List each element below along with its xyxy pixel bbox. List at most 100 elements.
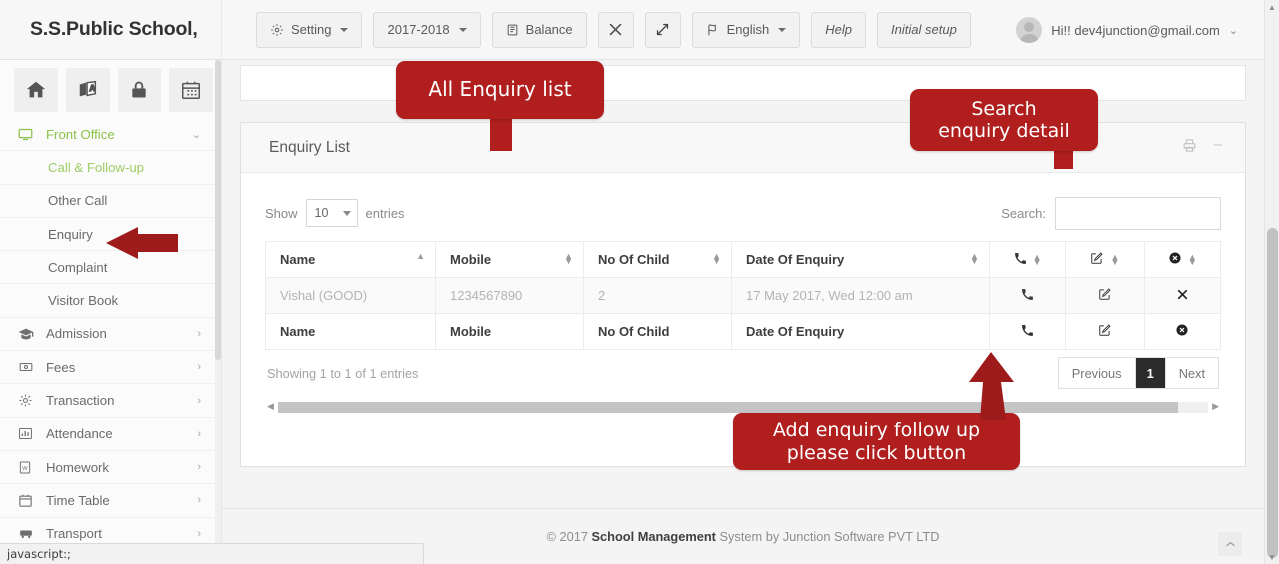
scroll-up-icon[interactable]: ▲: [1268, 3, 1276, 12]
sidebar-scrollbar-thumb[interactable]: [215, 60, 221, 360]
datatable-search-control: Search:: [1001, 196, 1221, 230]
monitor-icon: [18, 127, 46, 142]
call-icon: [1014, 252, 1027, 268]
sidebar-subitem-label: Call & Follow-up: [48, 159, 145, 175]
sidebar-item-admission[interactable]: Admission ›: [0, 318, 221, 352]
expand-icon: [655, 22, 670, 37]
help-button[interactable]: Help: [811, 11, 867, 48]
datatable-footer: Showing 1 to 1 of 1 entries Previous 1 N…: [265, 350, 1221, 396]
cell-name: Vishal (GOOD): [265, 277, 436, 314]
edit-icon[interactable]: [1098, 324, 1112, 340]
sidebar-menu: Front Office ⌄ Call & Follow-up Other Ca…: [0, 118, 221, 551]
sidebar-item-label: Front Office: [46, 126, 115, 142]
sidebar-item-homework[interactable]: W Homework ›: [0, 451, 221, 485]
edit-icon[interactable]: [1098, 288, 1112, 304]
search-label: Search:: [1001, 205, 1046, 221]
setting-button[interactable]: Setting: [256, 11, 363, 48]
sidebar-item-label: Homework: [46, 459, 110, 475]
balance-button[interactable]: Balance: [491, 11, 587, 48]
sidebar-item-front-office[interactable]: Front Office ⌄: [0, 118, 221, 152]
calendar-icon[interactable]: [169, 68, 213, 112]
column-header-edit[interactable]: ▲ ▼: [1065, 241, 1145, 278]
delete-icon[interactable]: [1175, 324, 1189, 340]
book-icon: [506, 23, 519, 37]
entries-length-select[interactable]: 10: [305, 199, 358, 227]
call-icon[interactable]: [1021, 324, 1034, 340]
footer-delete[interactable]: [1143, 313, 1222, 350]
column-header-name[interactable]: Name ▲: [265, 241, 436, 278]
sidebar-subitem-label: Visitor Book: [48, 293, 119, 309]
scrollbar-thumb[interactable]: [278, 402, 1178, 413]
column-header-call[interactable]: ▲ ▼: [988, 241, 1067, 278]
cell-no-of-child: 2: [582, 277, 733, 314]
table-header-row: Name ▲ Mobile ▲ ▼ No Of Child ▲ ▼ Date O…: [265, 241, 1222, 278]
main-content: Enquiry List Show 10 entries Search: Nam…: [222, 60, 1264, 564]
chevron-down-icon: [340, 27, 349, 32]
sidebar-item-call-follow-up[interactable]: Call & Follow-up: [0, 151, 221, 185]
scroll-down-icon[interactable]: ▼: [1268, 553, 1276, 562]
browser-scrollbar[interactable]: ▲ ▼: [1264, 0, 1279, 564]
expand-button[interactable]: [644, 11, 681, 48]
sidebar-item-other-call[interactable]: Other Call: [0, 185, 221, 218]
callout-text-line2: enquiry detail: [938, 120, 1070, 142]
svg-text:A: A: [89, 84, 95, 93]
column-header-mobile[interactable]: Mobile ▲ ▼: [434, 241, 585, 278]
footer-edit[interactable]: [1065, 313, 1145, 350]
chevron-down-icon: [342, 211, 351, 216]
sort-icon: ▲ ▼: [564, 251, 573, 266]
sidebar-quick-icons: A: [0, 60, 221, 118]
sidebar-item-fees[interactable]: Fees ›: [0, 351, 221, 385]
sidebar-item-time-table[interactable]: Time Table ›: [0, 484, 221, 518]
brand-title: S.S.Public School,: [0, 0, 222, 60]
pagination-page-1[interactable]: 1: [1135, 358, 1166, 388]
pagination-previous[interactable]: Previous: [1058, 358, 1136, 388]
setting-button-label: Setting: [291, 22, 332, 37]
sort-asc-icon: ▲: [416, 251, 425, 261]
column-label: Date Of Enquiry: [746, 252, 845, 267]
scroll-left-icon[interactable]: ◀: [267, 401, 274, 412]
sort-icon: ▲ ▼: [1187, 251, 1197, 267]
minimize-icon[interactable]: [1211, 138, 1225, 157]
cell-edit-action[interactable]: [1065, 277, 1145, 314]
document-icon: W: [18, 460, 46, 475]
footer-no-of-child: No Of Child: [582, 313, 733, 350]
datatable-length-control: Show 10 entries: [265, 199, 405, 227]
table-horizontal-scrollbar[interactable]: ◀ ▶: [265, 400, 1221, 414]
pagination-next[interactable]: Next: [1165, 358, 1218, 388]
session-year-button[interactable]: 2017-2018: [373, 11, 481, 48]
initial-setup-button[interactable]: Initial setup: [877, 11, 971, 48]
lock-icon[interactable]: [117, 68, 162, 112]
cell-delete-action[interactable]: [1143, 277, 1222, 314]
scroll-right-icon[interactable]: ▶: [1212, 401, 1219, 412]
column-header-delete[interactable]: ▲ ▼: [1143, 241, 1222, 278]
footer-prefix: © 2017: [546, 529, 592, 544]
callout-add-enquiry-follow-up: Add enquiry follow up please click butto…: [733, 413, 1020, 470]
session-year-label: 2017-2018: [387, 22, 450, 37]
collapse-button[interactable]: [597, 11, 634, 48]
footer-call[interactable]: [988, 313, 1067, 350]
sidebar-item-transaction[interactable]: Transaction ›: [0, 384, 221, 418]
page-root: S.S.Public School, Setting 2017-2018 Bal…: [0, 0, 1279, 564]
column-header-date-of-enquiry[interactable]: Date Of Enquiry ▲ ▼: [731, 241, 990, 278]
sidebar-scrollbar-track[interactable]: [215, 60, 221, 564]
cell-date-of-enquiry: 17 May 2017, Wed 12:00 am: [731, 277, 990, 314]
print-icon[interactable]: [1182, 138, 1197, 158]
search-input[interactable]: [1055, 196, 1221, 230]
enquiry-table: Name ▲ Mobile ▲ ▼ No Of Child ▲ ▼ Date O…: [265, 241, 1222, 350]
call-icon[interactable]: [1021, 288, 1034, 304]
column-header-no-of-child[interactable]: No Of Child ▲ ▼: [582, 241, 733, 278]
user-menu[interactable]: Hi!! dev4junction@gmail.com ⌄: [1002, 0, 1250, 60]
sidebar-item-attendance[interactable]: Attendance ›: [0, 418, 221, 451]
language-button[interactable]: English: [691, 11, 801, 48]
table-row[interactable]: Vishal (GOOD) 1234567890 2 17 May 2017, …: [265, 277, 1222, 314]
browser-scrollbar-thumb[interactable]: [1267, 228, 1278, 558]
home-icon[interactable]: [14, 68, 58, 112]
sidebar-item-visitor-book[interactable]: Visitor Book: [0, 284, 221, 318]
cell-call-action[interactable]: [988, 277, 1067, 314]
close-icon[interactable]: [1176, 289, 1189, 304]
scroll-to-top-button[interactable]: [1218, 532, 1242, 556]
bus-icon: [18, 527, 46, 541]
edit-icon: [1090, 251, 1104, 268]
language-icon[interactable]: A: [65, 68, 110, 112]
gear-icon: [18, 393, 46, 408]
